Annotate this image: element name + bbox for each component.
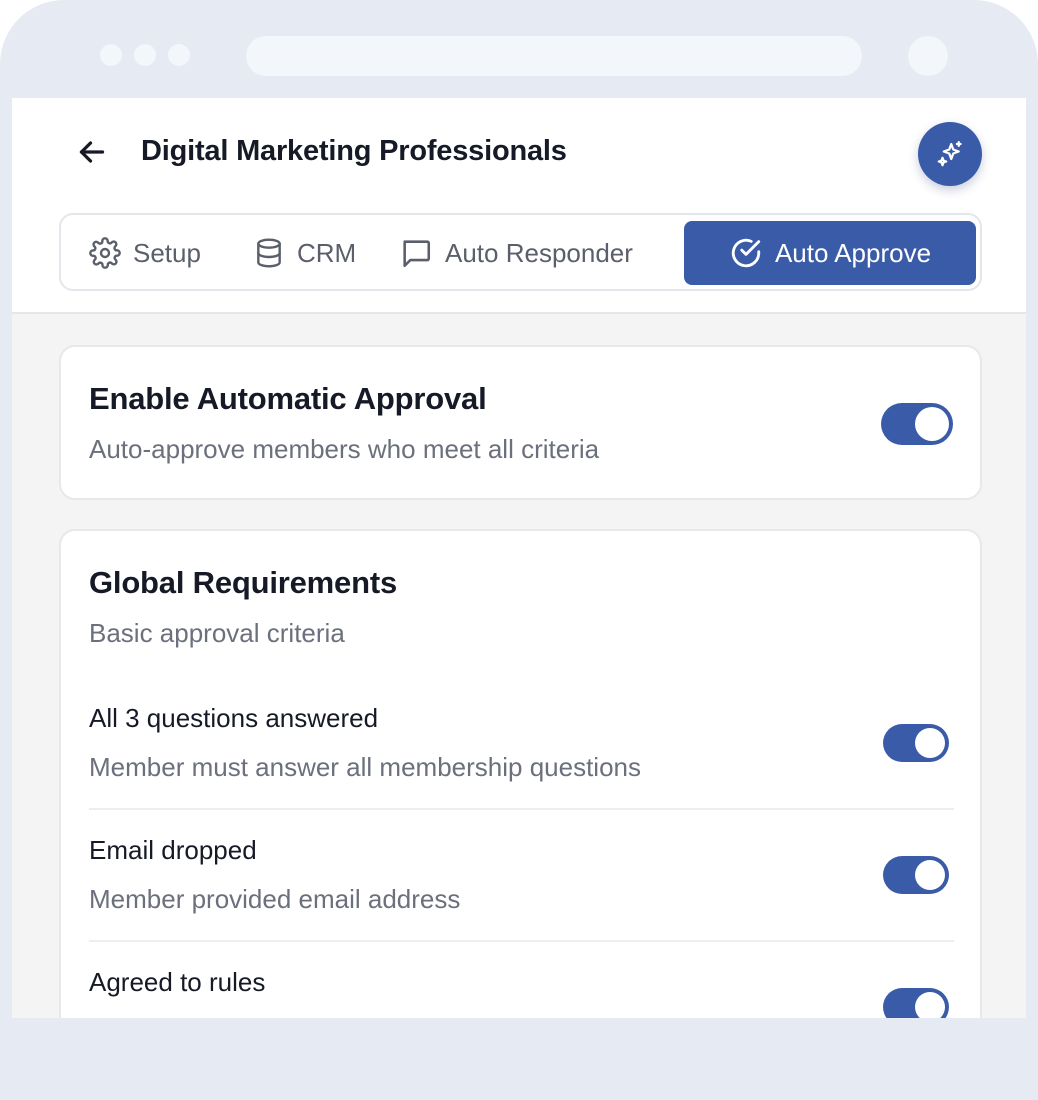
tab-label: Auto Responder [445,237,633,268]
toggle-knob [915,860,945,890]
divider [89,808,954,810]
enable-approval-subtitle: Auto-approve members who meet all criter… [89,434,600,464]
requirement-title: All 3 questions answered [89,703,379,733]
check-circle-icon [731,238,761,268]
tab-setup[interactable]: Setup [89,221,201,285]
enable-approval-card: Enable Automatic Approval Auto-approve m… [59,345,982,500]
requirement-subtitle: Member provided email address [89,884,461,914]
questions-answered-toggle[interactable] [883,724,949,762]
app-screen: Digital Marketing Professionals Setup CR… [12,98,1026,1018]
divider [89,940,954,942]
email-dropped-toggle[interactable] [883,856,949,894]
tab-label: CRM [297,237,357,268]
enable-approval-title: Enable Automatic Approval [89,381,487,416]
device-frame: Digital Marketing Professionals Setup CR… [0,0,1038,1100]
global-requirements-subtitle: Basic approval criteria [89,618,345,648]
window-dot [168,44,190,66]
tab-label: Auto Approve [774,237,932,268]
agreed-rules-toggle[interactable] [883,988,949,1018]
back-button[interactable] [74,134,110,170]
profile-avatar[interactable] [908,36,948,76]
tab-label: Setup [133,237,201,268]
enable-approval-toggle[interactable] [881,403,953,445]
address-bar[interactable] [246,36,862,76]
toggle-knob [915,728,945,758]
chat-bubble-icon [403,240,431,268]
global-requirements-title: Global Requirements [89,565,397,600]
requirement-title: Agreed to rules [89,967,266,997]
sparkles-icon [937,141,962,167]
toggle-knob [915,407,949,441]
toggle-knob [915,992,945,1018]
ai-assistant-button[interactable] [918,122,982,186]
window-dot [134,44,156,66]
gear-icon [89,237,121,269]
tab-auto-responder[interactable]: Auto Responder [399,221,633,285]
global-requirements-card: Global Requirements Basic approval crite… [59,529,982,1018]
database-icon [257,238,281,268]
tab-auto-approve[interactable]: Auto Approve [684,221,976,285]
requirement-title: Email dropped [89,835,257,865]
window-dot [100,44,122,66]
arrow-left-icon [79,141,105,163]
requirement-subtitle: Member must answer all membership questi… [89,752,641,782]
tab-bar: Setup CRM Auto Responder Auto Approve [59,213,982,291]
page-title: Digital Marketing Professionals [141,135,567,167]
tab-crm[interactable]: CRM [253,221,356,285]
page-header: Digital Marketing Professionals Setup CR… [12,98,1026,314]
